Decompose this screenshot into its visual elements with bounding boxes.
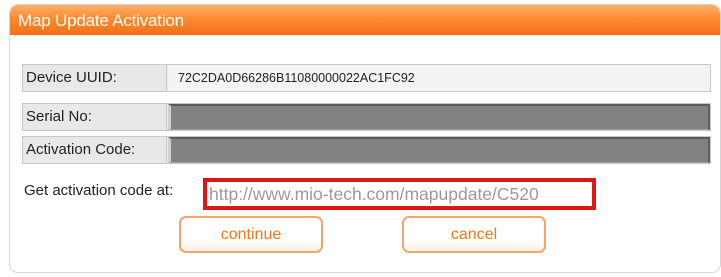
activation-code-input[interactable]: [168, 137, 710, 163]
dialog-title: Map Update Activation: [18, 11, 184, 30]
activation-info: Get activation code at:: [24, 182, 173, 199]
device-uuid-label: Device UUID:: [23, 65, 167, 91]
serial-input[interactable]: [168, 104, 710, 130]
device-uuid-value: 72C2DA0D66286B11080000022AC1FC92: [168, 65, 710, 91]
title-bar: Map Update Activation: [10, 5, 720, 35]
device-uuid-row: Device UUID: 72C2DA0D66286B11080000022AC…: [22, 64, 711, 92]
map-update-dialog: Map Update Activation Device UUID: 72C2D…: [9, 4, 721, 273]
cancel-button[interactable]: cancel: [402, 216, 546, 253]
serial-label: Serial No:: [23, 104, 167, 130]
activation-info-prefix: Get activation code at:: [24, 182, 174, 199]
serial-row: Serial No:: [22, 103, 711, 131]
activation-code-label: Activation Code:: [23, 137, 167, 163]
activation-code-row: Activation Code:: [22, 136, 711, 164]
activation-url-highlight: http://www.mio-tech.com/mapupdate/C520: [203, 178, 596, 210]
continue-button[interactable]: continue: [179, 216, 323, 253]
activation-url-link[interactable]: http://www.mio-tech.com/mapupdate/C520: [209, 184, 539, 205]
